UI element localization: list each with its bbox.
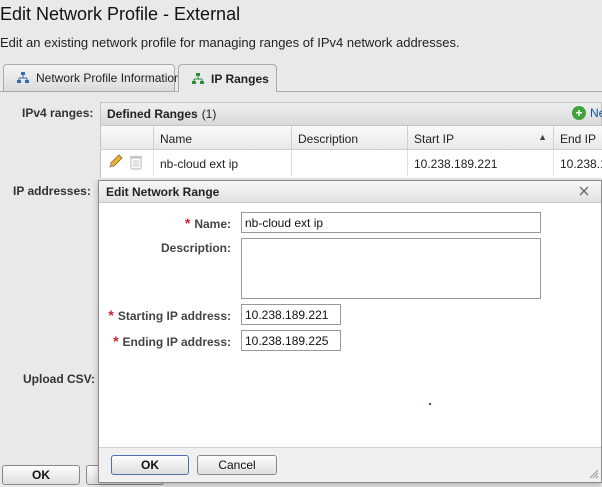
dialog-title: Edit Network Range xyxy=(99,181,601,203)
required-asterisk-icon: * xyxy=(108,307,114,323)
add-icon: + xyxy=(572,106,586,120)
tab-label: IP Ranges xyxy=(211,71,269,86)
edit-pencil-icon[interactable] xyxy=(107,154,125,170)
close-icon[interactable] xyxy=(577,185,591,199)
tab-ip-ranges[interactable]: IP Ranges xyxy=(178,64,277,92)
cursor-dot xyxy=(429,403,431,405)
column-header-actions xyxy=(101,126,154,150)
cell-description xyxy=(292,150,408,176)
tab-label: Network Profile Information xyxy=(36,71,181,85)
required-asterisk-icon: * xyxy=(184,215,191,231)
starting-ip-input[interactable] xyxy=(241,304,341,325)
column-header-name[interactable]: Name xyxy=(154,126,292,150)
sort-ascending-icon: ▲ xyxy=(538,132,547,142)
dialog-footer: OK Cancel xyxy=(99,447,601,482)
column-header-start-ip[interactable]: Start IP ▲ xyxy=(408,126,554,150)
delete-trash-icon[interactable] xyxy=(128,154,144,170)
upload-csv-label: Upload CSV: xyxy=(23,372,96,386)
page-subtitle: Edit an existing network profile for man… xyxy=(0,35,460,50)
name-input[interactable] xyxy=(241,212,541,233)
name-label: * Name: xyxy=(184,215,231,231)
ip-ranges-icon xyxy=(191,72,205,86)
ranges-grid: Name Description Start IP ▲ End IP nb-cl… xyxy=(100,126,602,178)
network-icon xyxy=(16,71,30,85)
edit-network-range-dialog: Edit Network Range *Name: Description: *… xyxy=(98,180,602,483)
column-header-description[interactable]: Description xyxy=(292,126,408,150)
ok-button[interactable]: OK xyxy=(2,465,80,485)
defined-ranges-header: Defined Ranges (1) xyxy=(100,102,602,126)
ip-addresses-label: IP addresses: xyxy=(13,184,91,198)
cell-end-ip: 10.238.18 xyxy=(554,150,602,176)
page-title: Edit Network Profile - External xyxy=(0,4,241,24)
tab-network-profile-information[interactable]: Network Profile Information xyxy=(3,64,181,91)
cell-name: nb-cloud ext ip xyxy=(154,150,292,176)
new-range-label: Ne xyxy=(590,106,602,120)
ipv4-ranges-label: IPv4 ranges: xyxy=(22,106,94,120)
dialog-ok-button[interactable]: OK xyxy=(111,455,189,475)
defined-ranges-count: (1) xyxy=(201,107,217,121)
ending-ip-input[interactable] xyxy=(241,330,341,351)
dialog-cancel-button[interactable]: Cancel xyxy=(197,455,277,475)
resize-grip-icon[interactable] xyxy=(587,467,599,479)
row-actions xyxy=(101,150,154,176)
ending-ip-label: * Ending IP address: xyxy=(113,333,231,349)
defined-ranges-title: Defined Ranges xyxy=(107,107,198,121)
starting-ip-label: * Starting IP address: xyxy=(108,307,231,323)
required-asterisk-icon: * xyxy=(113,333,119,349)
cell-start-ip: 10.238.189.221 xyxy=(408,150,554,176)
description-textarea[interactable] xyxy=(241,238,541,299)
description-label: Description: xyxy=(160,241,231,255)
column-header-end-ip[interactable]: End IP xyxy=(554,126,602,150)
new-range-link[interactable]: + Ne xyxy=(572,106,602,120)
column-header-label: Start IP xyxy=(414,132,455,146)
